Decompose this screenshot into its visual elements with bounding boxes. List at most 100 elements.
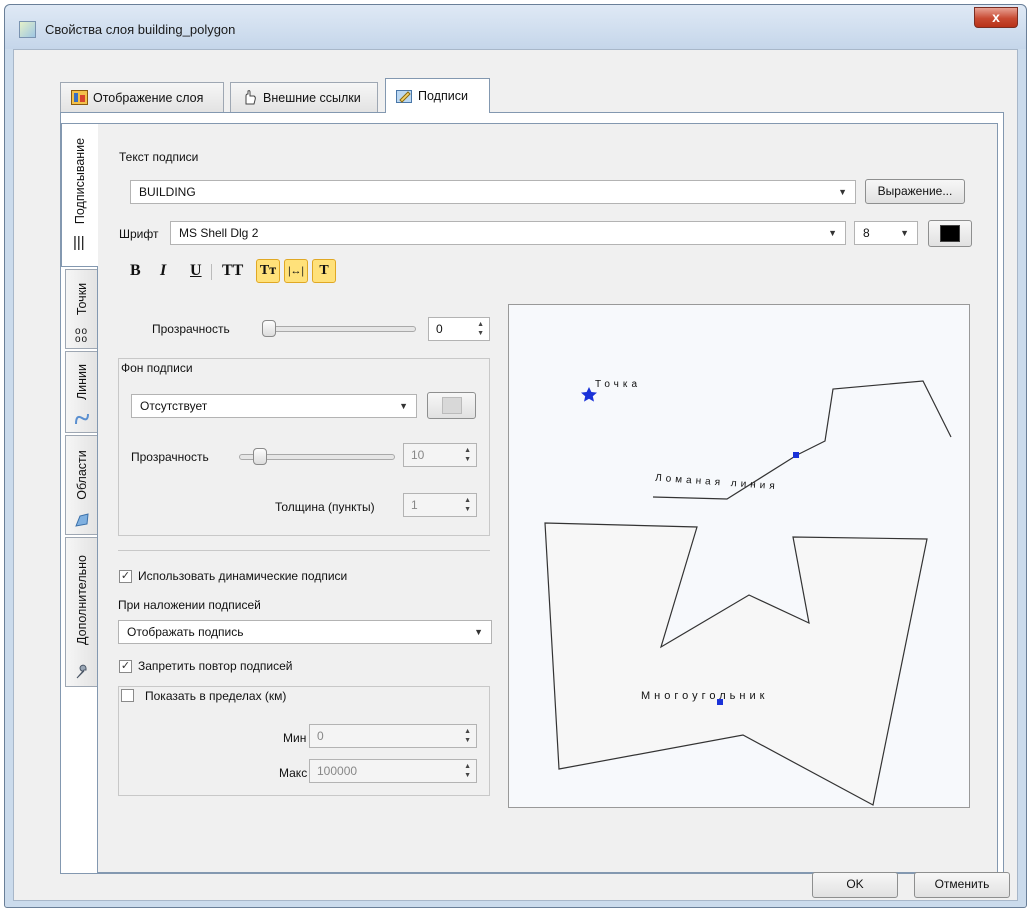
label-field-value: BUILDING xyxy=(139,185,196,199)
letter-spacing-button[interactable]: |↔| xyxy=(284,259,308,283)
background-color-button[interactable] xyxy=(427,392,476,419)
font-label: Шрифт xyxy=(119,227,159,241)
chevron-down-icon: ▼ xyxy=(828,228,837,238)
min-spinbox[interactable]: 0 ▲ ▼ xyxy=(309,724,477,748)
bold-button[interactable]: B xyxy=(130,262,141,280)
app-icon xyxy=(19,21,36,38)
tab-layer-display[interactable]: Отображение слоя xyxy=(60,82,224,112)
transparency-value: 0 xyxy=(436,322,443,336)
preview-polygon xyxy=(544,522,928,806)
area-icon xyxy=(74,512,90,531)
chevron-down-icon: ▼ xyxy=(900,228,909,238)
side-tab-points-label: Точки xyxy=(74,282,89,316)
labels-icon xyxy=(396,89,413,104)
small-caps-button[interactable]: Tт xyxy=(256,259,280,283)
thickness-spinbox[interactable]: 1 ▲ ▼ xyxy=(403,493,477,517)
cancel-button[interactable]: Отменить xyxy=(914,872,1010,898)
underline-button[interactable]: U xyxy=(190,262,202,280)
max-label: Макс xyxy=(279,766,308,780)
preview-point-label: Точка xyxy=(595,379,642,390)
chevron-down-icon: ▼ xyxy=(474,627,483,637)
overlap-combo[interactable]: Отображать подпись ▼ xyxy=(118,620,492,644)
label-lines-icon: ||| xyxy=(73,234,85,251)
max-spinbox[interactable]: 100000 ▲ ▼ xyxy=(309,759,477,783)
spin-arrows-icon[interactable]: ▲ ▼ xyxy=(464,496,471,514)
outline-button[interactable]: T xyxy=(312,259,336,283)
background-type-combo[interactable]: Отсутствует ▼ xyxy=(131,394,417,418)
label-preview: Точка Ломаная линия Многоугольник xyxy=(508,304,970,808)
wrench-icon xyxy=(74,664,90,683)
font-color-swatch xyxy=(940,225,960,242)
side-tab-labeling[interactable]: Подписывание ||| xyxy=(61,123,98,267)
preview-polygon-label: Многоугольник xyxy=(641,690,769,702)
overlap-value: Отображать подпись xyxy=(127,625,244,639)
overlap-label: При наложении подписей xyxy=(118,598,261,612)
range-group: Показать в пределах (км) Мин 0 ▲ ▼ Макс 1… xyxy=(118,686,490,796)
close-button[interactable]: x xyxy=(974,7,1018,28)
side-tab-points[interactable]: Точки oo oo xyxy=(65,269,97,349)
font-value: MS Shell Dlg 2 xyxy=(179,226,259,240)
background-group: Фон подписи Отсутствует ▼ Прозрачность 1… xyxy=(118,358,490,536)
window-title: Свойства слоя building_polygon xyxy=(45,22,236,37)
max-value: 100000 xyxy=(317,764,358,778)
font-combo[interactable]: MS Shell Dlg 2 ▼ xyxy=(170,221,846,245)
transparency-spinbox[interactable]: 0 ▲ ▼ xyxy=(428,317,490,341)
side-tab-lines-label: Линии xyxy=(74,363,89,401)
range-label: Показать в пределах (км) xyxy=(145,689,291,703)
background-group-title: Фон подписи xyxy=(121,361,193,375)
expression-button[interactable]: Выражение... xyxy=(865,179,965,204)
side-tab-advanced-label: Дополнительно xyxy=(74,555,89,645)
background-transparency-thumb[interactable] xyxy=(253,448,267,465)
font-color-button[interactable] xyxy=(928,220,972,247)
label-text-heading: Текст подписи xyxy=(119,150,199,164)
spin-arrows-icon[interactable]: ▲ ▼ xyxy=(464,727,471,745)
spin-arrows-icon[interactable]: ▲ ▼ xyxy=(464,446,471,464)
label-field-combo[interactable]: BUILDING ▼ xyxy=(130,180,856,204)
side-tab-lines[interactable]: Линии xyxy=(65,351,97,433)
transparency-label: Прозрачность xyxy=(152,322,230,336)
side-tab-labeling-label: Подписывание xyxy=(73,137,87,225)
transparency-slider[interactable] xyxy=(262,326,416,332)
font-size-combo[interactable]: 8 ▼ xyxy=(854,221,918,245)
italic-button[interactable]: I xyxy=(160,262,166,280)
ok-button[interactable]: OK xyxy=(812,872,898,898)
hand-link-icon xyxy=(241,90,258,105)
labeling-panel: Текст подписи BUILDING ▼ Выражение... Шр… xyxy=(97,123,998,873)
thickness-value: 1 xyxy=(411,498,418,512)
spin-arrows-icon[interactable]: ▲ ▼ xyxy=(464,762,471,780)
tab-external-links[interactable]: Внешние ссылки xyxy=(230,82,378,112)
min-value: 0 xyxy=(317,729,324,743)
chevron-down-icon: ▼ xyxy=(838,187,847,197)
labels-tab-panel: Подписывание ||| Точки oo oo Линии Област… xyxy=(60,112,1004,874)
font-size-value: 8 xyxy=(863,226,870,240)
background-color-swatch xyxy=(441,397,462,414)
title-bar: Свойства слоя building_polygon x xyxy=(5,5,1026,49)
no-repeat-label: Запретить повтор подписей xyxy=(138,659,293,673)
caps-button[interactable]: TT xyxy=(222,262,243,280)
side-tab-areas[interactable]: Области xyxy=(65,435,97,535)
thickness-label: Толщина (пункты) xyxy=(275,500,375,514)
min-label: Мин xyxy=(283,731,307,745)
chevron-down-icon: ▼ xyxy=(399,401,408,411)
background-type-value: Отсутствует xyxy=(140,399,208,413)
line-vertex-marker xyxy=(793,452,799,458)
background-transparency-label: Прозрачность xyxy=(131,450,209,464)
background-transparency-spinbox[interactable]: 10 ▲ ▼ xyxy=(403,443,477,467)
layer-display-icon xyxy=(71,90,88,105)
dynamic-labels-checkbox[interactable]: ✓ xyxy=(119,570,132,583)
spin-arrows-icon[interactable]: ▲ ▼ xyxy=(477,320,484,338)
format-divider xyxy=(211,264,212,280)
tab-external-links-label: Внешние ссылки xyxy=(263,90,361,105)
no-repeat-checkbox[interactable]: ✓ xyxy=(119,660,132,673)
tab-labels[interactable]: Подписи xyxy=(385,78,490,113)
dialog-window: Свойства слоя building_polygon x Отображ… xyxy=(4,4,1027,908)
tab-layer-display-label: Отображение слоя xyxy=(93,90,204,105)
side-tab-areas-label: Области xyxy=(74,450,89,500)
transparency-slider-thumb[interactable] xyxy=(262,320,276,337)
tab-labels-label: Подписи xyxy=(418,89,468,103)
points-icon: oo oo xyxy=(75,326,89,345)
side-tab-advanced[interactable]: Дополнительно xyxy=(65,537,97,687)
dynamic-labels-label: Использовать динамические подписи xyxy=(138,569,348,583)
range-checkbox[interactable] xyxy=(121,689,134,702)
line-icon xyxy=(74,412,90,429)
